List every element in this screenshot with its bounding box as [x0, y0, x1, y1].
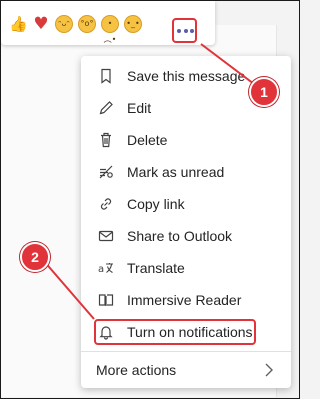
- notifications-highlight-box: [94, 319, 256, 345]
- surprised-reaction[interactable]: °o°: [78, 15, 96, 33]
- link-icon: [100, 198, 112, 210]
- chevron-right-icon: [265, 363, 273, 377]
- callout-badge-1: 1: [249, 77, 279, 107]
- translate-item[interactable]: a Translate: [81, 253, 291, 283]
- more-options-icon: [177, 29, 181, 33]
- mail-icon: [98, 230, 114, 242]
- trash-icon: [101, 132, 111, 148]
- heart-reaction[interactable]: ♥: [32, 15, 50, 33]
- translate-icon: a: [98, 263, 113, 275]
- laugh-reaction[interactable]: ᵔᴗᵔ: [55, 15, 73, 33]
- unread-icon: [99, 165, 113, 179]
- share-to-outlook-item[interactable]: Share to Outlook: [81, 221, 291, 251]
- immersive-reader-item[interactable]: Immersive Reader: [81, 285, 291, 315]
- angry-reaction[interactable]: •_•: [124, 15, 142, 33]
- svg-text:a: a: [98, 264, 104, 275]
- more-actions-item[interactable]: More actions: [81, 352, 291, 388]
- sad-reaction[interactable]: •︵•: [101, 15, 119, 44]
- mark-as-unread-item[interactable]: Mark as unread: [81, 157, 291, 187]
- bookmark-icon: [101, 68, 111, 84]
- more-options-button[interactable]: [172, 18, 197, 43]
- copy-link-item[interactable]: Copy link: [81, 189, 291, 219]
- reaction-bar: 👍 ♥ ᵔᴗᵔ °o° •︵• •_•: [1, 1, 215, 45]
- callout-badge-2: 2: [20, 242, 50, 272]
- like-reaction[interactable]: 👍: [9, 15, 28, 33]
- pencil-icon: [99, 101, 113, 115]
- screenshot-frame: 👍 ♥ ᵔᴗᵔ °o° •︵• •_• Save this message Ed…: [0, 0, 300, 399]
- book-icon: [98, 294, 114, 306]
- delete-item[interactable]: Delete: [81, 125, 291, 155]
